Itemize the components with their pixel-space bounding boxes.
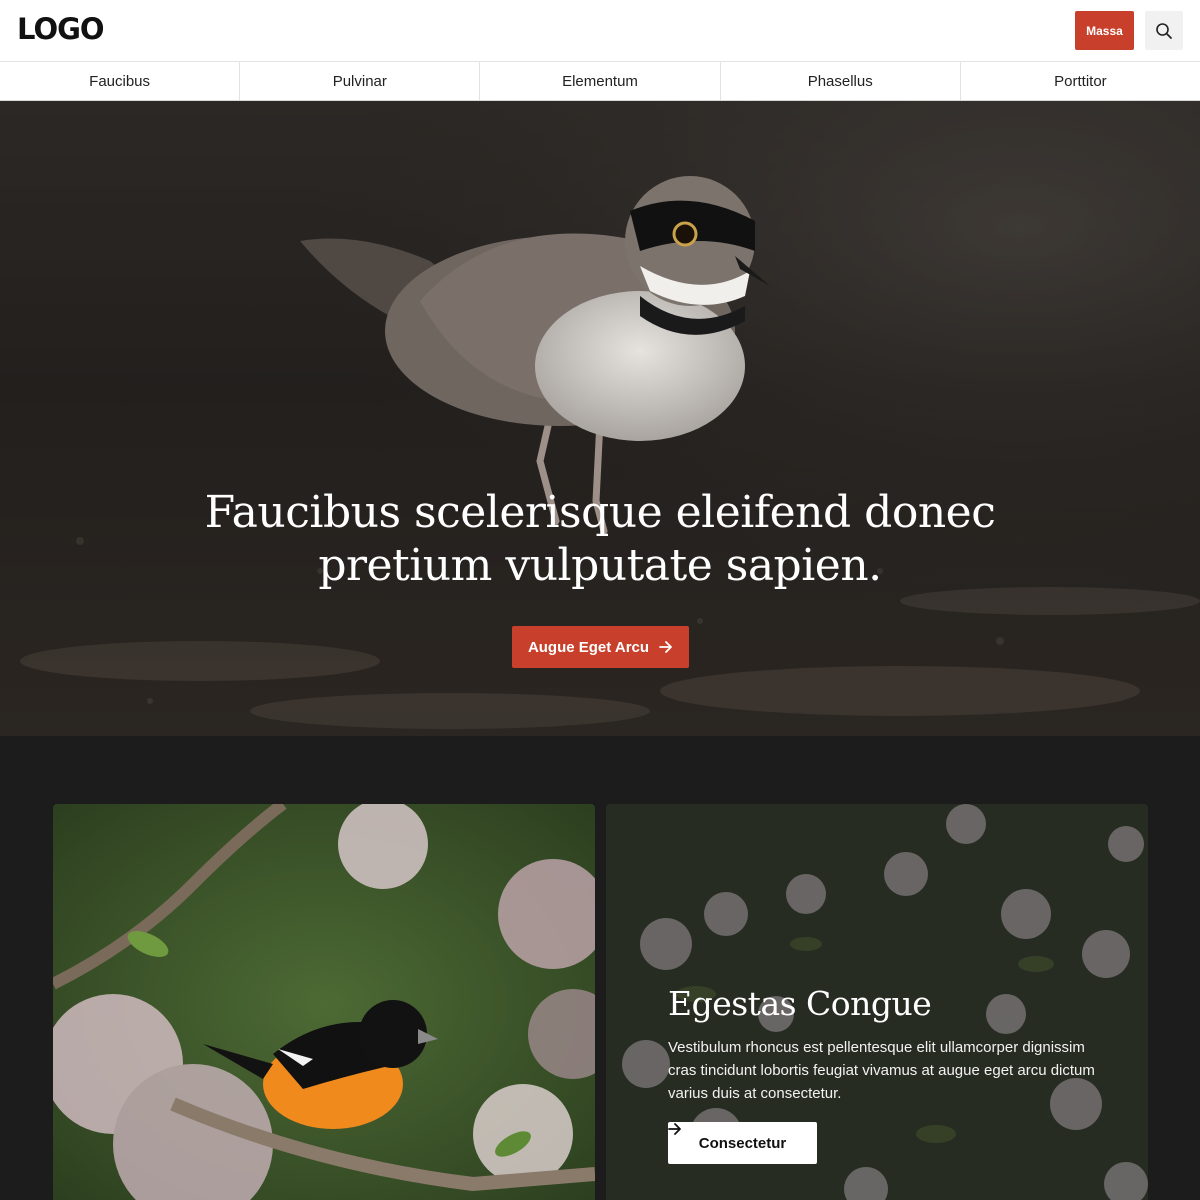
hero-section: Faucibus scelerisque eleifend donec pret… xyxy=(0,101,1200,736)
nav-item-pulvinar[interactable]: Pulvinar xyxy=(240,62,481,100)
search-icon xyxy=(1156,22,1172,39)
feature-title: Egestas Congue xyxy=(668,984,932,1023)
nav-item-elementum[interactable]: Elementum xyxy=(480,62,721,100)
nav-item-phasellus[interactable]: Phasellus xyxy=(721,62,961,100)
feature-section: Egestas Congue Vestibulum rhoncus est pe… xyxy=(0,736,1200,1200)
augue-eget-arcu-button[interactable]: Augue Eget Arcu xyxy=(512,626,689,668)
feature-content-card: Egestas Congue Vestibulum rhoncus est pe… xyxy=(606,804,1148,1200)
oriole-image xyxy=(53,804,595,1200)
nav-item-faucibus[interactable]: Faucibus xyxy=(0,62,241,100)
feature-button-label: Consectetur xyxy=(698,1134,787,1152)
logo[interactable]: LOGO xyxy=(17,12,105,46)
feature-description: Vestibulum rhoncus est pellentesque elit… xyxy=(668,1039,1095,1102)
massa-button[interactable]: Massa xyxy=(1075,11,1134,50)
hero-title: Faucibus scelerisque eleifend donec pret… xyxy=(204,487,996,591)
feature-image-card xyxy=(53,804,595,1200)
site-header: LOGO Massa xyxy=(0,0,1200,62)
search-button[interactable] xyxy=(1145,11,1183,50)
arrow-right-icon xyxy=(659,641,672,653)
hero-button-label: Augue Eget Arcu xyxy=(527,638,650,656)
nav-item-porttitor[interactable]: Porttitor xyxy=(961,62,1200,100)
main-nav: Faucibus Pulvinar Elementum Phasellus Po… xyxy=(0,62,1200,101)
arrow-right-icon xyxy=(668,1123,681,1135)
consectetur-button[interactable]: Consectetur xyxy=(668,1122,817,1164)
